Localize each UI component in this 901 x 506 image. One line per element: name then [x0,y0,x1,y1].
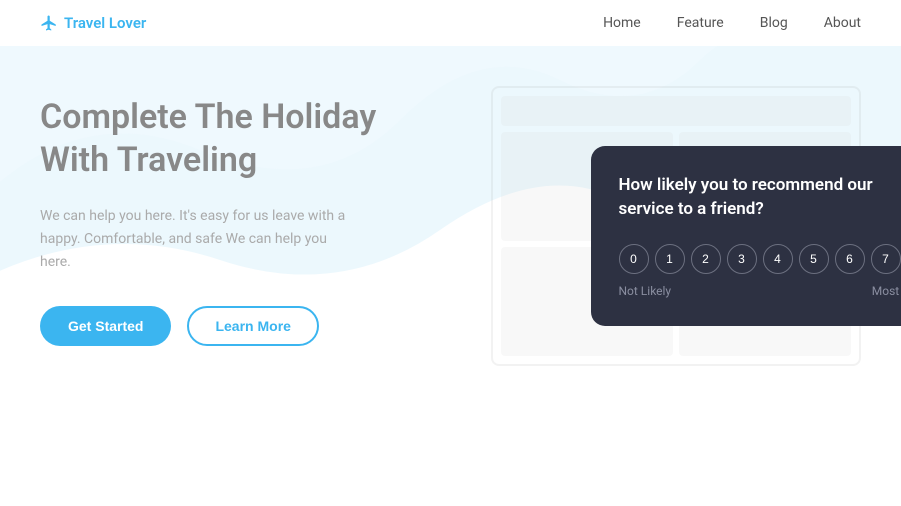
nav: Home Feature Blog About [603,15,861,31]
rating-button-6[interactable]: 6 [835,244,865,274]
rating-labels: Not Likely Most Likely [619,284,901,298]
logo: Travel Lover [40,14,146,32]
main-content: Complete The Holiday With Traveling We c… [0,46,901,446]
rating-button-7[interactable]: 7 [871,244,901,274]
headline: Complete The Holiday With Traveling [40,96,431,181]
rating-row: 012345678910 [619,244,901,274]
rating-button-3[interactable]: 3 [727,244,757,274]
learn-more-button[interactable]: Learn More [187,306,318,346]
headline-line1: Complete The Holiday [40,97,376,137]
hero-right: ∨ How likely you to recommend our servic… [471,86,862,446]
rating-button-4[interactable]: 4 [763,244,793,274]
dash-top-bar [501,96,851,126]
rating-button-5[interactable]: 5 [799,244,829,274]
hero-subtext: We can help you here. It's easy for us l… [40,205,360,274]
hero-left: Complete The Holiday With Traveling We c… [40,86,431,346]
label-most-likely: Most Likely [872,284,901,298]
plane-icon [40,14,58,32]
logo-text: Travel Lover [64,14,146,32]
get-started-button[interactable]: Get Started [40,306,171,346]
nav-feature[interactable]: Feature [677,15,724,31]
rating-button-0[interactable]: 0 [619,244,649,274]
headline-line2: With Traveling [40,140,257,180]
header: Travel Lover Home Feature Blog About [0,0,901,46]
hero-buttons: Get Started Learn More [40,306,431,346]
nav-home[interactable]: Home [603,15,641,31]
nav-about[interactable]: About [824,15,861,31]
survey-question: How likely you to recommend our service … [619,174,901,222]
rating-button-1[interactable]: 1 [655,244,685,274]
nav-blog[interactable]: Blog [760,15,788,31]
survey-card: ∨ How likely you to recommend our servic… [591,146,901,326]
label-not-likely: Not Likely [619,284,672,298]
rating-button-2[interactable]: 2 [691,244,721,274]
